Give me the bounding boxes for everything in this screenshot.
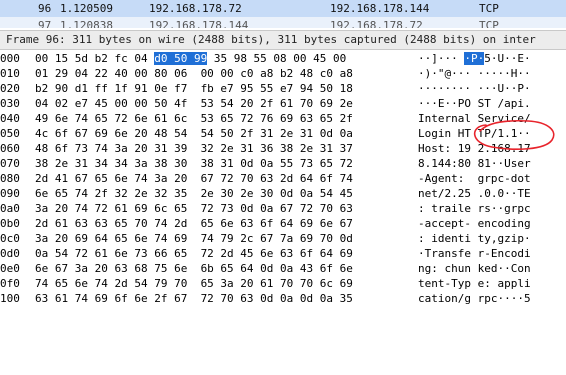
frame-summary-text: Frame 96: 311 bytes on wire (2488 bits),… <box>6 33 536 46</box>
packet-protocol: TCP <box>479 19 499 28</box>
selected-bytes-hex: d0 50 99 <box>154 52 208 65</box>
bytes-row[interactable]: 100 63 61 74 69 6f 6e 2f 67 72 70 63 0d … <box>0 290 566 307</box>
packet-destination: 192.168.178.72 <box>330 19 423 28</box>
packet-destination: 192.168.178.144 <box>330 2 430 15</box>
packet-time: 1.120509 <box>60 2 113 15</box>
packet-detail-frame-line[interactable]: Frame 96: 311 bytes on wire (2488 bits),… <box>0 30 566 50</box>
packet-protocol: TCP <box>479 2 499 15</box>
packet-source: 192.168.178.72 <box>149 2 242 15</box>
packet-bytes-pane[interactable]: 000 00 15 5d b2 fc 04 d0 50 99 35 98 55 … <box>0 50 566 312</box>
packet-row-97[interactable]: 97 1.120838 192.168.178.144 192.168.178.… <box>0 17 566 28</box>
packet-no: 97 <box>38 19 52 28</box>
packet-source: 192.168.178.144 <box>149 19 249 28</box>
bytes-ascii: cation/g rpc····5 <box>418 292 531 305</box>
packet-no: 96 <box>38 2 52 15</box>
packet-time: 1.120838 <box>60 19 113 28</box>
selected-bytes-ascii: ·P· <box>464 52 485 65</box>
bytes-offset: 100 <box>0 292 20 305</box>
packet-row-96[interactable]: 96 1.120509 192.168.178.72 192.168.178.1… <box>0 0 566 18</box>
bytes-hex: 63 61 74 69 6f 6e 2f 67 72 70 63 0d 0a 0… <box>35 292 353 305</box>
